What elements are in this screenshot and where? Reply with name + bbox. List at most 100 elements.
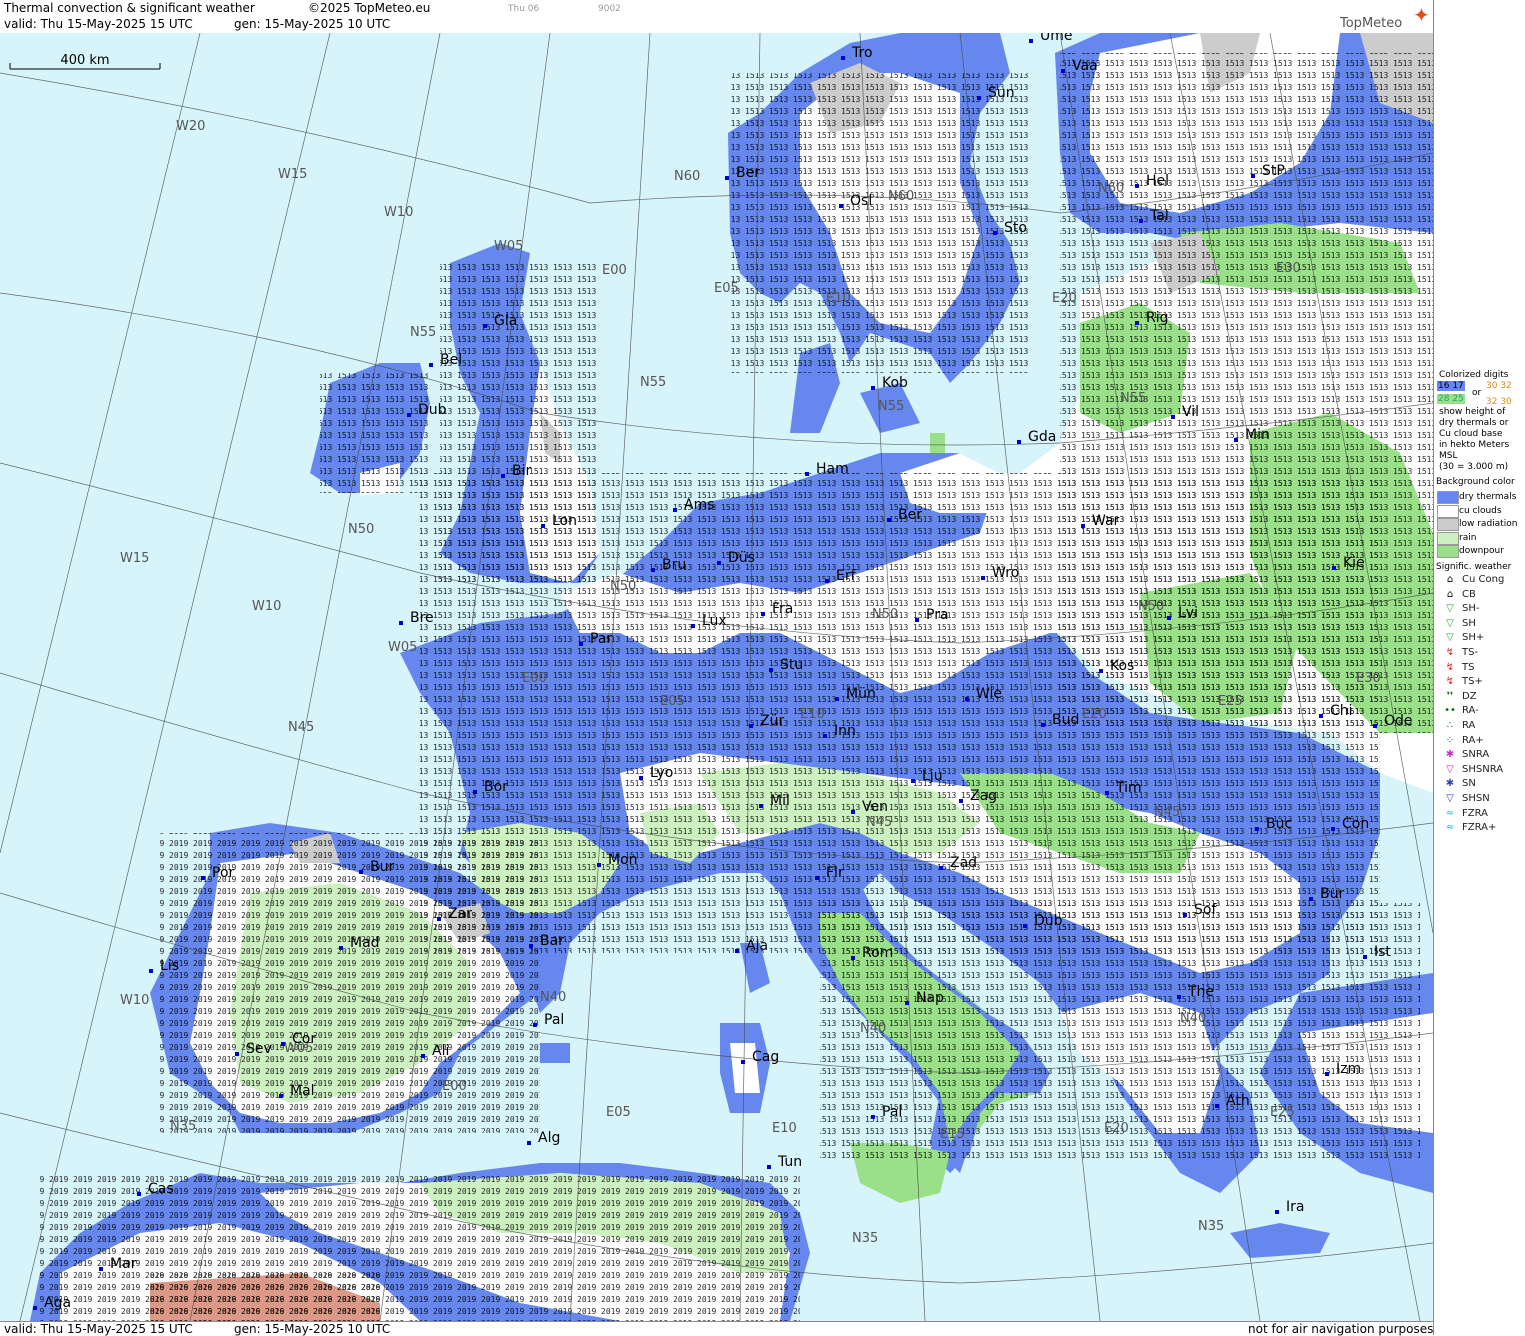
city-label: Dub: [1034, 913, 1063, 929]
city-dot: [1029, 39, 1033, 43]
legend-digits-sample-b: 30 32: [1486, 381, 1512, 391]
weather-symbol-icon: ⌂: [1446, 588, 1454, 600]
weather-symbol-icon: ▽: [1446, 793, 1454, 804]
city-dot: [339, 946, 343, 950]
city-dot: [1251, 174, 1255, 178]
graticule-label: N45: [288, 720, 314, 735]
city-dot: [1171, 415, 1175, 419]
city-label: Bar: [540, 933, 564, 949]
graticule-label: N50: [1138, 599, 1164, 614]
weather-symbol-icon: ↯: [1445, 647, 1455, 658]
city-dot: [1105, 791, 1109, 795]
city-label: Mün: [846, 686, 876, 702]
city-label: Ven: [862, 799, 888, 815]
city-label: Ali: [432, 1043, 449, 1059]
city-dot: [959, 799, 963, 803]
weather-symbol-icon: ≈: [1445, 822, 1455, 834]
legend-swatch-label: dry thermals: [1459, 492, 1517, 502]
legend-digits-or: or: [1472, 388, 1482, 398]
graticule-label: N55: [640, 375, 666, 390]
frame-code: 9002: [598, 4, 621, 14]
city-dot: [841, 56, 845, 60]
graticule-label: W15: [278, 167, 307, 182]
map-title: Thermal convection & significant weather: [4, 1, 255, 15]
city-label: Con: [1342, 816, 1369, 832]
map-canvas[interactable]: 1513 2019 2826: [0, 33, 1433, 1321]
city-label: Wie: [976, 686, 1002, 702]
graticule-label: N40: [1180, 1011, 1206, 1026]
city-label: Rig: [1146, 310, 1169, 326]
city-label: Par: [590, 631, 612, 647]
scale-bar-label: 400 km: [60, 53, 109, 68]
weather-symbol-icon: ↯: [1445, 661, 1455, 673]
city-dot: [1373, 724, 1377, 728]
city-label: Cag: [752, 1049, 779, 1065]
city-dot: [99, 1267, 103, 1271]
legend-desc-2: dry thermals or: [1439, 418, 1509, 428]
city-label: Rom: [862, 945, 893, 961]
city-dot: [981, 576, 985, 580]
weather-symbol-label: SHSNRA: [1462, 763, 1504, 775]
legend-swatch: [1437, 531, 1459, 545]
graticule-label: N40: [860, 1021, 886, 1036]
city-label: Pal: [882, 1104, 902, 1120]
city-label: Kos: [1110, 658, 1134, 674]
map-header: Thermal convection & significant weather…: [0, 0, 1433, 34]
city-dot: [717, 561, 721, 565]
city-label: Por: [212, 865, 235, 881]
city-label: Tim: [1115, 780, 1142, 796]
city-label: Chi: [1330, 703, 1353, 719]
weather-symbol-icon: ▽: [1446, 763, 1454, 775]
city-label: Bur: [1320, 886, 1344, 902]
city-label: Lis: [160, 958, 179, 974]
weather-symbol-label: SNRA: [1462, 749, 1490, 761]
city-label: Zag: [970, 788, 997, 804]
city-dot: [993, 231, 997, 235]
city-label: Lyo: [650, 765, 673, 781]
weather-symbol-label: CB: [1462, 588, 1476, 600]
city-dot: [429, 363, 433, 367]
city-label: Aja: [746, 938, 768, 954]
city-label: Gla: [494, 313, 517, 329]
footer-gen-time: gen: 15-May-2025 10 UTC: [234, 1322, 391, 1336]
city-dot: [767, 1165, 771, 1169]
city-dot: [1363, 955, 1367, 959]
graticule-label: E20: [1052, 291, 1077, 306]
city-dot: [1319, 714, 1323, 718]
city-label: Sun: [988, 85, 1015, 101]
legend-swatch-label: rain: [1459, 532, 1477, 543]
city-dot: [761, 612, 765, 616]
city-dot: [741, 1060, 745, 1064]
weather-symbol-icon: ✱: [1445, 778, 1455, 790]
city-label: Ber: [736, 165, 760, 181]
city-dot: [1309, 897, 1313, 901]
valid-time: valid: Thu 15-May-2025 15 UTC: [4, 17, 193, 31]
weather-symbol-label: SHSN: [1462, 793, 1490, 804]
graticule-label: E20: [1082, 707, 1107, 722]
city-label: Lon: [552, 513, 577, 529]
graticule-label: N45: [866, 815, 892, 830]
weather-symbol-icon: ••: [1444, 705, 1456, 717]
city-label: StP: [1262, 163, 1285, 179]
graticule-label: W10: [120, 993, 149, 1008]
city-dot: [1255, 827, 1259, 831]
city-dot: [1234, 438, 1238, 442]
city-label: Tro: [851, 45, 873, 61]
weather-symbol-label: RA-: [1462, 705, 1479, 717]
city-label: Bre: [410, 610, 434, 626]
city-label: Bru: [662, 557, 686, 573]
city-dot: [1177, 995, 1181, 999]
city-dot: [639, 776, 643, 780]
city-dot: [1331, 827, 1335, 831]
legend-desc-1: show height of: [1439, 407, 1506, 417]
city-label: Mon: [608, 852, 638, 868]
city-label: Flr: [826, 865, 844, 881]
city-label: Mar: [110, 1256, 137, 1272]
city-label: Vaa: [1072, 58, 1098, 74]
weather-symbol-icon: ↯: [1445, 676, 1455, 688]
weather-map[interactable]: 1513 2019 2826: [0, 33, 1433, 1321]
city-dot: [825, 579, 829, 583]
weather-symbol-label: SH-: [1462, 603, 1480, 615]
city-label: Ham: [816, 461, 849, 477]
city-label: Alg: [538, 1130, 560, 1146]
